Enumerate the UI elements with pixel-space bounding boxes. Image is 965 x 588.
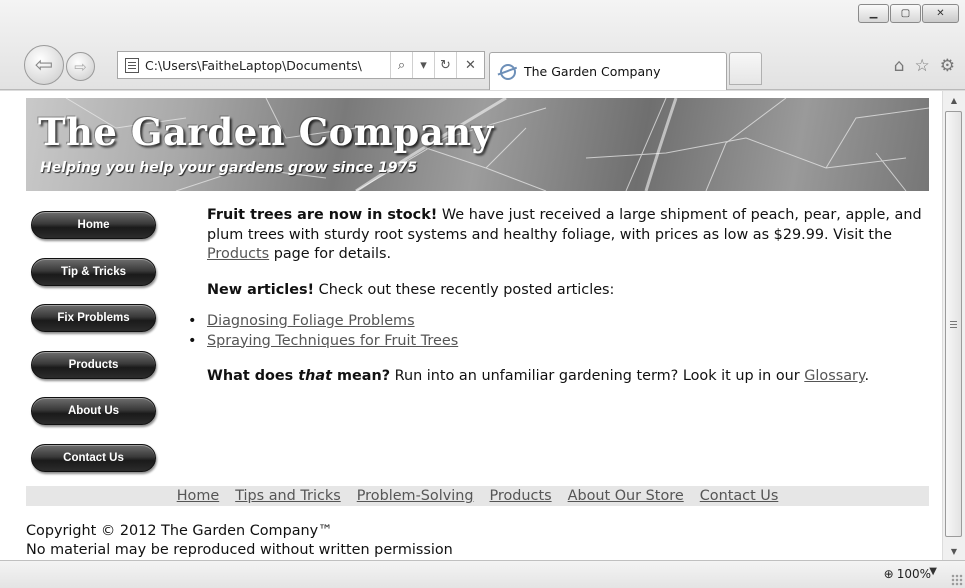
footer-link-products[interactable]: Products — [489, 488, 551, 504]
forward-icon[interactable]: ⇨ — [66, 52, 95, 81]
page-viewport: The Garden Company Helping you help your… — [0, 91, 942, 560]
footer-link-problem-solving[interactable]: Problem-Solving — [357, 488, 474, 504]
footer-link-home[interactable]: Home — [177, 488, 220, 504]
tab-title: The Garden Company — [524, 64, 661, 79]
status-bar: ⊕ 100% ▼ — [0, 560, 965, 588]
sidebar-item-products[interactable]: Products — [31, 350, 156, 379]
articles-text: Check out these recently posted articles… — [314, 281, 615, 298]
search-icon[interactable]: ⌕ — [390, 52, 412, 78]
resize-grip-icon[interactable] — [951, 574, 963, 586]
dropdown-icon[interactable]: ▾ — [412, 52, 434, 78]
footer-nav: Home Tips and Tricks Problem-Solving Pro… — [26, 486, 929, 506]
ie-icon — [500, 63, 516, 80]
zoom-level: 100% — [896, 567, 931, 581]
copyright-line: Copyright © 2012 The Garden Company™ — [26, 523, 333, 539]
refresh-icon[interactable]: ↻ — [434, 52, 456, 78]
article-list: Diagnosing Foliage Problems Spraying Tec… — [187, 312, 929, 351]
browser-chrome: ▁ ▢ ✕ ⇦ ⇨ C:\Users\FaitheLaptop\Document… — [0, 0, 965, 90]
site-banner: The Garden Company Helping you help your… — [26, 98, 929, 191]
footer-link-about[interactable]: About Our Store — [568, 488, 684, 504]
footer-link-tips[interactable]: Tips and Tricks — [235, 488, 341, 504]
address-url[interactable]: C:\Users\FaitheLaptop\Documents\ — [145, 58, 390, 73]
main-content: Fruit trees are now in stock! We have ju… — [188, 206, 929, 403]
zoom-icon: ⊕ — [883, 567, 894, 581]
sidebar-nav: Home Tip & Tricks Fix Problems Products … — [31, 211, 157, 490]
glossary-end: . — [864, 368, 870, 384]
article-link[interactable]: Diagnosing Foliage Problems — [207, 313, 415, 329]
list-item: Spraying Techniques for Fruit Trees — [188, 332, 929, 352]
sidebar-item-contact[interactable]: Contact Us — [31, 443, 156, 472]
announcement-end: page for details. — [269, 246, 392, 262]
tab-active[interactable]: The Garden Company — [489, 52, 727, 90]
toolbar-icons: ⌂ ☆ ⚙ — [894, 56, 955, 76]
glossary-link[interactable]: Glossary — [804, 368, 864, 384]
list-item: Diagnosing Foliage Problems — [188, 312, 929, 332]
glossary-text: Run into an unfamiliar gardening term? L… — [390, 368, 805, 384]
glossary-heading-emphasis: that — [298, 368, 332, 384]
sidebar-item-home[interactable]: Home — [31, 211, 156, 239]
home-icon[interactable]: ⌂ — [894, 56, 905, 76]
scroll-down-icon[interactable]: ▼ — [943, 542, 965, 560]
minimize-icon[interactable]: ▁ — [858, 4, 889, 23]
glossary-heading: What does that mean? — [207, 368, 390, 384]
article-link[interactable]: Spraying Techniques for Fruit Trees — [207, 333, 458, 349]
grip-icon — [950, 320, 957, 328]
announcement-paragraph: Fruit trees are now in stock! We have ju… — [207, 206, 929, 265]
stop-icon[interactable]: ✕ — [456, 52, 484, 78]
close-icon[interactable]: ✕ — [922, 4, 959, 23]
scroll-up-icon[interactable]: ▲ — [943, 91, 965, 109]
page-icon — [125, 57, 139, 73]
maximize-icon[interactable]: ▢ — [890, 4, 921, 23]
zoom-control[interactable]: ⊕ 100% — [884, 567, 931, 581]
scroll-thumb[interactable] — [945, 111, 962, 537]
site-title: The Garden Company — [38, 110, 494, 154]
sidebar-item-fix-problems[interactable]: Fix Problems — [31, 304, 156, 332]
zoom-dropdown-icon[interactable]: ▼ — [929, 566, 937, 577]
permission-line: No material may be reproduced without wr… — [26, 542, 453, 558]
copyright: Copyright © 2012 The Garden Company™ No … — [26, 522, 453, 560]
glossary-heading-start: What does — [207, 368, 299, 384]
announcement-heading: Fruit trees are now in stock! — [207, 207, 438, 223]
footer-link-contact[interactable]: Contact Us — [700, 488, 779, 504]
window-controls: ▁ ▢ ✕ — [858, 4, 959, 23]
favorites-icon[interactable]: ☆ — [915, 56, 930, 76]
back-icon[interactable]: ⇦ — [24, 45, 64, 85]
new-tab-button[interactable] — [729, 52, 762, 85]
vertical-scrollbar[interactable]: ▲ ▼ — [942, 91, 965, 560]
site-tagline: Helping you help your gardens grow since… — [40, 160, 418, 176]
address-bar[interactable]: C:\Users\FaitheLaptop\Documents\ ⌕ ▾ ↻ ✕ — [117, 51, 485, 79]
articles-paragraph: New articles! Check out these recently p… — [207, 281, 929, 301]
products-link[interactable]: Products — [207, 246, 269, 262]
gear-icon[interactable]: ⚙ — [940, 56, 955, 76]
glossary-paragraph: What does that mean? Run into an unfamil… — [207, 367, 929, 387]
articles-heading: New articles! — [207, 281, 315, 298]
sidebar-item-tips[interactable]: Tip & Tricks — [31, 257, 156, 286]
sidebar-item-about[interactable]: About Us — [31, 397, 156, 425]
glossary-heading-end: mean? — [331, 368, 391, 384]
